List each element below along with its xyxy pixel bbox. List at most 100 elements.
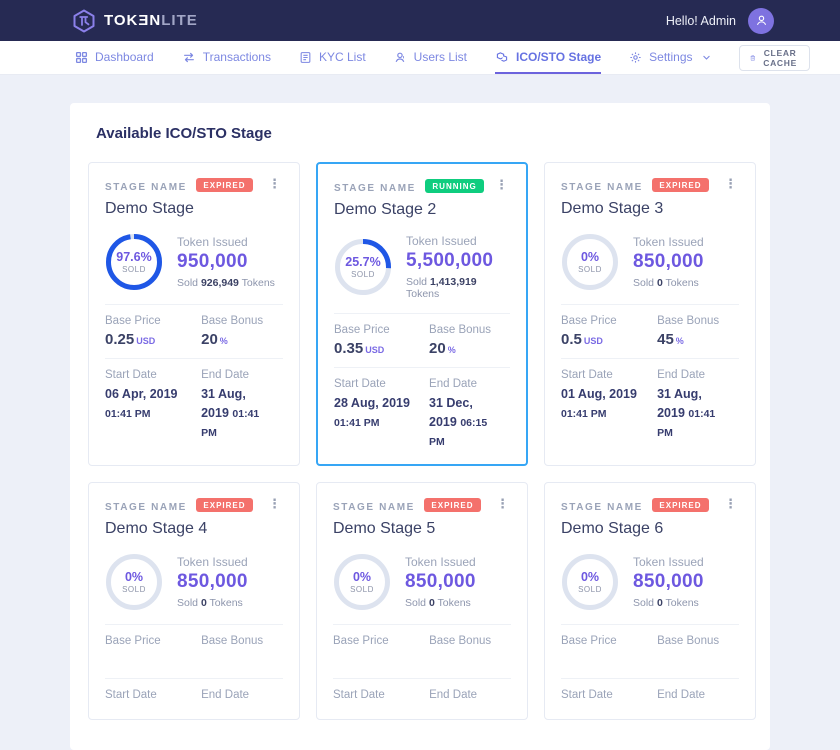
dates-section: Start Date End Date xyxy=(105,678,283,705)
start-date-label: Start Date xyxy=(561,689,657,701)
card-header: STAGE NAME EXPIRED ⋮ xyxy=(105,497,283,515)
sold-tokens-value: 0 xyxy=(201,597,207,609)
sold-caps-label: SOLD xyxy=(122,585,146,594)
sold-tokens-value: 1,413,919 xyxy=(430,276,477,288)
sold-caps-label: SOLD xyxy=(578,265,602,274)
token-issued-value: 5,500,000 xyxy=(406,250,510,272)
base-bonus-label: Base Bonus xyxy=(429,635,511,647)
stage-card[interactable]: STAGE NAME EXPIRED ⋮ Demo Stage 3 0% SOL… xyxy=(544,162,756,466)
nav-item-label: KYC List xyxy=(319,50,366,64)
stage-name-label: STAGE NAME xyxy=(105,502,187,513)
base-bonus-label: Base Bonus xyxy=(201,635,283,647)
sold-donut-chart: 0% SOLD xyxy=(333,553,391,611)
sold-percent: 0% xyxy=(581,570,599,584)
dates-section: Start Date End Date xyxy=(333,678,511,705)
nav-item-label: Transactions xyxy=(203,50,271,64)
nav-item-transactions[interactable]: Transactions xyxy=(182,41,271,74)
sold-donut-chart: 0% SOLD xyxy=(105,553,163,611)
chevron-down-icon xyxy=(700,53,711,62)
stage-title: Demo Stage 4 xyxy=(105,520,283,538)
dates-section: Start Date 01 Aug, 2019 01:41 PM End Dat… xyxy=(561,358,739,441)
sold-tokens-value: 0 xyxy=(657,277,663,289)
card-header: STAGE NAME EXPIRED ⋮ xyxy=(105,177,283,195)
base-price-label: Base Price xyxy=(333,635,429,647)
status-badge: EXPIRED xyxy=(196,498,252,512)
app-logo[interactable]: TOKƎNLITE xyxy=(72,9,198,33)
sold-percent: 97.6% xyxy=(116,250,151,264)
stage-card[interactable]: STAGE NAME EXPIRED ⋮ Demo Stage 97.6% SO… xyxy=(88,162,300,466)
sold-tokens-line: Sold 0 Tokens xyxy=(633,597,704,609)
trash-icon xyxy=(750,52,756,64)
user-avatar[interactable] xyxy=(748,8,774,34)
sold-caps-label: SOLD xyxy=(351,270,375,279)
clear-cache-label: CLEAR CACHE xyxy=(761,48,799,68)
nav-item-ico-sto-stage[interactable]: ICO/STO Stage xyxy=(495,41,601,74)
top-bar: TOKƎNLITE Hello! Admin xyxy=(0,0,840,41)
base-price-value: 0.35 xyxy=(334,340,363,357)
dates-section: Start Date 28 Aug, 2019 01:41 PM End Dat… xyxy=(334,367,510,450)
stage-name-label: STAGE NAME xyxy=(105,182,187,193)
stage-title: Demo Stage 6 xyxy=(561,520,739,538)
dates-section: Start Date End Date xyxy=(561,678,739,705)
base-bonus-label: Base Bonus xyxy=(201,315,283,327)
nav-item-settings[interactable]: Settings xyxy=(629,41,710,74)
base-price-value: 0.25 xyxy=(105,331,134,348)
nav-item-dashboard[interactable]: Dashboard xyxy=(75,41,154,74)
clear-cache-button[interactable]: CLEAR CACHE xyxy=(739,45,811,71)
donut-row: 97.6% SOLD Token Issued 950,000 Sold 926… xyxy=(105,233,283,291)
base-price-label: Base Price xyxy=(105,315,201,327)
base-bonus-unit: % xyxy=(220,336,228,346)
sold-donut-chart: 0% SOLD xyxy=(561,233,619,291)
price-section: Base Price Base Bonus xyxy=(333,624,511,668)
end-date-label: End Date xyxy=(657,369,739,381)
card-menu-dots-icon[interactable]: ⋮ xyxy=(494,497,511,510)
stage-card[interactable]: STAGE NAME EXPIRED ⋮ Demo Stage 4 0% SOL… xyxy=(88,482,300,720)
dates-section: Start Date 06 Apr, 2019 01:41 PM End Dat… xyxy=(105,358,283,441)
sold-tokens-line: Sold 1,413,919 Tokens xyxy=(406,276,510,300)
stage-title: Demo Stage 3 xyxy=(561,200,739,218)
stage-card[interactable]: STAGE NAME EXPIRED ⋮ Demo Stage 5 0% SOL… xyxy=(316,482,528,720)
card-menu-dots-icon[interactable]: ⋮ xyxy=(266,497,283,510)
ico-stage-icon xyxy=(495,51,509,64)
card-header: STAGE NAME EXPIRED ⋮ xyxy=(561,497,739,515)
main-nav: Dashboard Transactions KYC List Users List I… xyxy=(0,41,840,75)
sold-donut-chart: 97.6% SOLD xyxy=(105,233,163,291)
sold-tokens-value: 0 xyxy=(429,597,435,609)
start-date-value: 01 Aug, 2019 xyxy=(561,387,637,401)
sold-donut-chart: 0% SOLD xyxy=(561,553,619,611)
start-date-label: Start Date xyxy=(105,369,201,381)
base-price-label: Base Price xyxy=(105,635,201,647)
card-header: STAGE NAME RUNNING ⋮ xyxy=(334,178,510,196)
end-date-label: End Date xyxy=(429,378,510,390)
nav-item-kyc-list[interactable]: KYC List xyxy=(299,41,366,74)
base-bonus-value: 45 xyxy=(657,331,674,348)
token-issued-label: Token Issued xyxy=(633,235,704,249)
stage-card[interactable]: STAGE NAME EXPIRED ⋮ Demo Stage 6 0% SOL… xyxy=(544,482,756,720)
sold-caps-label: SOLD xyxy=(578,585,602,594)
start-date-value: 06 Apr, 2019 xyxy=(105,387,178,401)
token-issued-value: 850,000 xyxy=(633,571,704,593)
base-price-label: Base Price xyxy=(334,324,429,336)
token-issued-label: Token Issued xyxy=(405,555,476,569)
card-menu-dots-icon[interactable]: ⋮ xyxy=(722,177,739,190)
nav-item-label: ICO/STO Stage xyxy=(516,50,601,64)
end-date-label: End Date xyxy=(429,689,511,701)
donut-row: 0% SOLD Token Issued 850,000 Sold 0 Toke… xyxy=(561,553,739,611)
start-date-label: Start Date xyxy=(333,689,429,701)
sold-tokens-value: 0 xyxy=(657,597,663,609)
stage-title: Demo Stage 2 xyxy=(334,201,510,219)
start-time-value: 01:41 PM xyxy=(105,408,151,420)
stage-title: Demo Stage xyxy=(105,200,283,218)
token-issued-label: Token Issued xyxy=(177,235,275,249)
stage-name-label: STAGE NAME xyxy=(561,182,643,193)
status-badge: RUNNING xyxy=(425,179,483,193)
price-section: Base Price 0.5USD Base Bonus 45% xyxy=(561,304,739,348)
card-menu-dots-icon[interactable]: ⋮ xyxy=(722,497,739,510)
card-menu-dots-icon[interactable]: ⋮ xyxy=(266,177,283,190)
nav-item-users-list[interactable]: Users List xyxy=(394,41,467,74)
card-menu-dots-icon[interactable]: ⋮ xyxy=(493,178,510,191)
start-date-value: 28 Aug, 2019 xyxy=(334,396,410,410)
card-header: STAGE NAME EXPIRED ⋮ xyxy=(561,177,739,195)
sold-tokens-line: Sold 0 Tokens xyxy=(633,277,704,289)
stage-card[interactable]: STAGE NAME RUNNING ⋮ Demo Stage 2 25.7% … xyxy=(316,162,528,466)
